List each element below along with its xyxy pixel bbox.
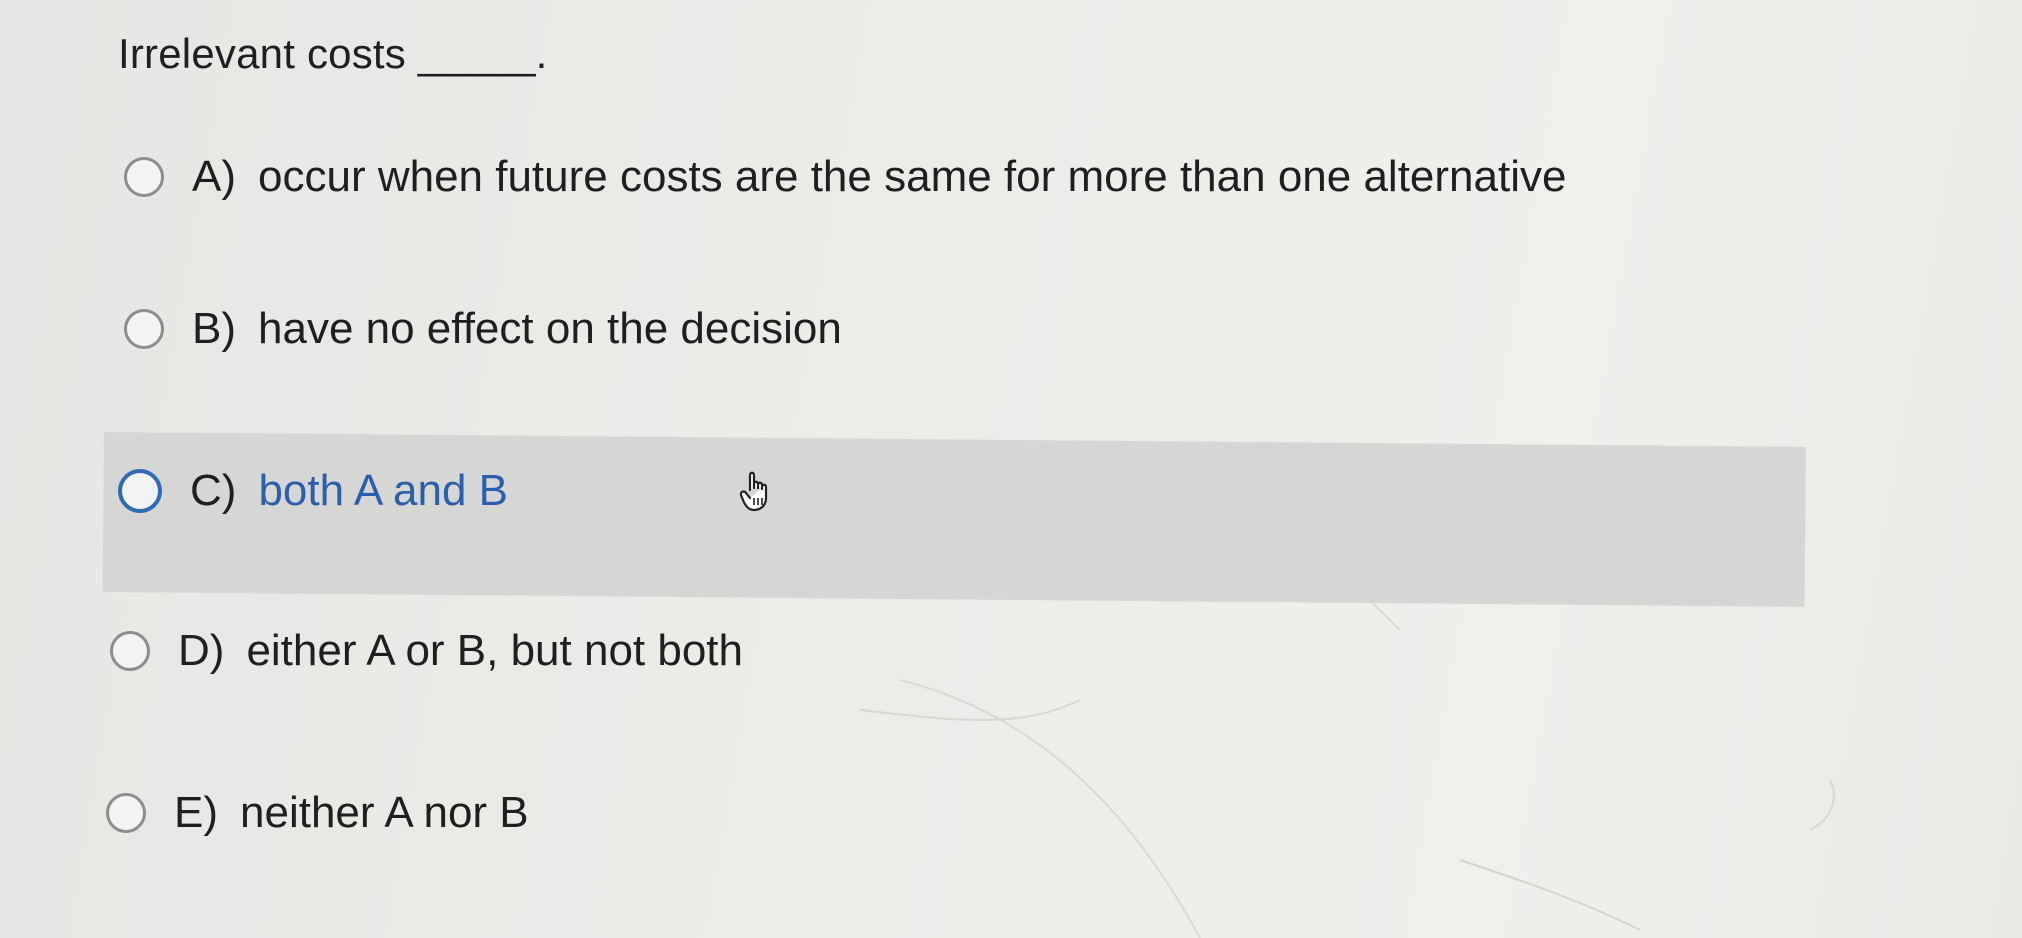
option-label: either A or B, but not both — [246, 626, 744, 675]
option-letter: A) — [192, 152, 236, 201]
radio-button-icon[interactable] — [124, 157, 164, 197]
hand-pointer-icon — [740, 471, 768, 512]
radio-button-icon[interactable] — [110, 631, 150, 671]
option-e[interactable]: E) neither A nor B — [106, 788, 529, 838]
radio-button-icon[interactable] — [106, 793, 146, 833]
radio-button-icon[interactable] — [124, 309, 164, 349]
hovered-option-row — [102, 432, 1806, 607]
option-a[interactable]: A) occur when future costs are the same … — [124, 152, 1566, 202]
option-label: neither A nor B — [240, 788, 529, 837]
option-letter: E) — [174, 788, 218, 837]
option-d[interactable]: D) either A or B, but not both — [110, 626, 743, 676]
option-letter: B) — [192, 304, 236, 353]
option-b[interactable]: B) have no effect on the decision — [124, 304, 842, 354]
option-letter: C) — [190, 466, 237, 515]
option-label: have no effect on the decision — [258, 304, 842, 353]
radio-button-icon[interactable] — [118, 469, 162, 513]
option-letter: D) — [178, 626, 225, 675]
option-c[interactable]: C) both A and B — [118, 466, 508, 516]
option-label: both A and B — [258, 466, 508, 515]
option-label: occur when future costs are the same for… — [258, 152, 1567, 201]
question-text: Irrelevant costs _____. — [118, 30, 548, 77]
